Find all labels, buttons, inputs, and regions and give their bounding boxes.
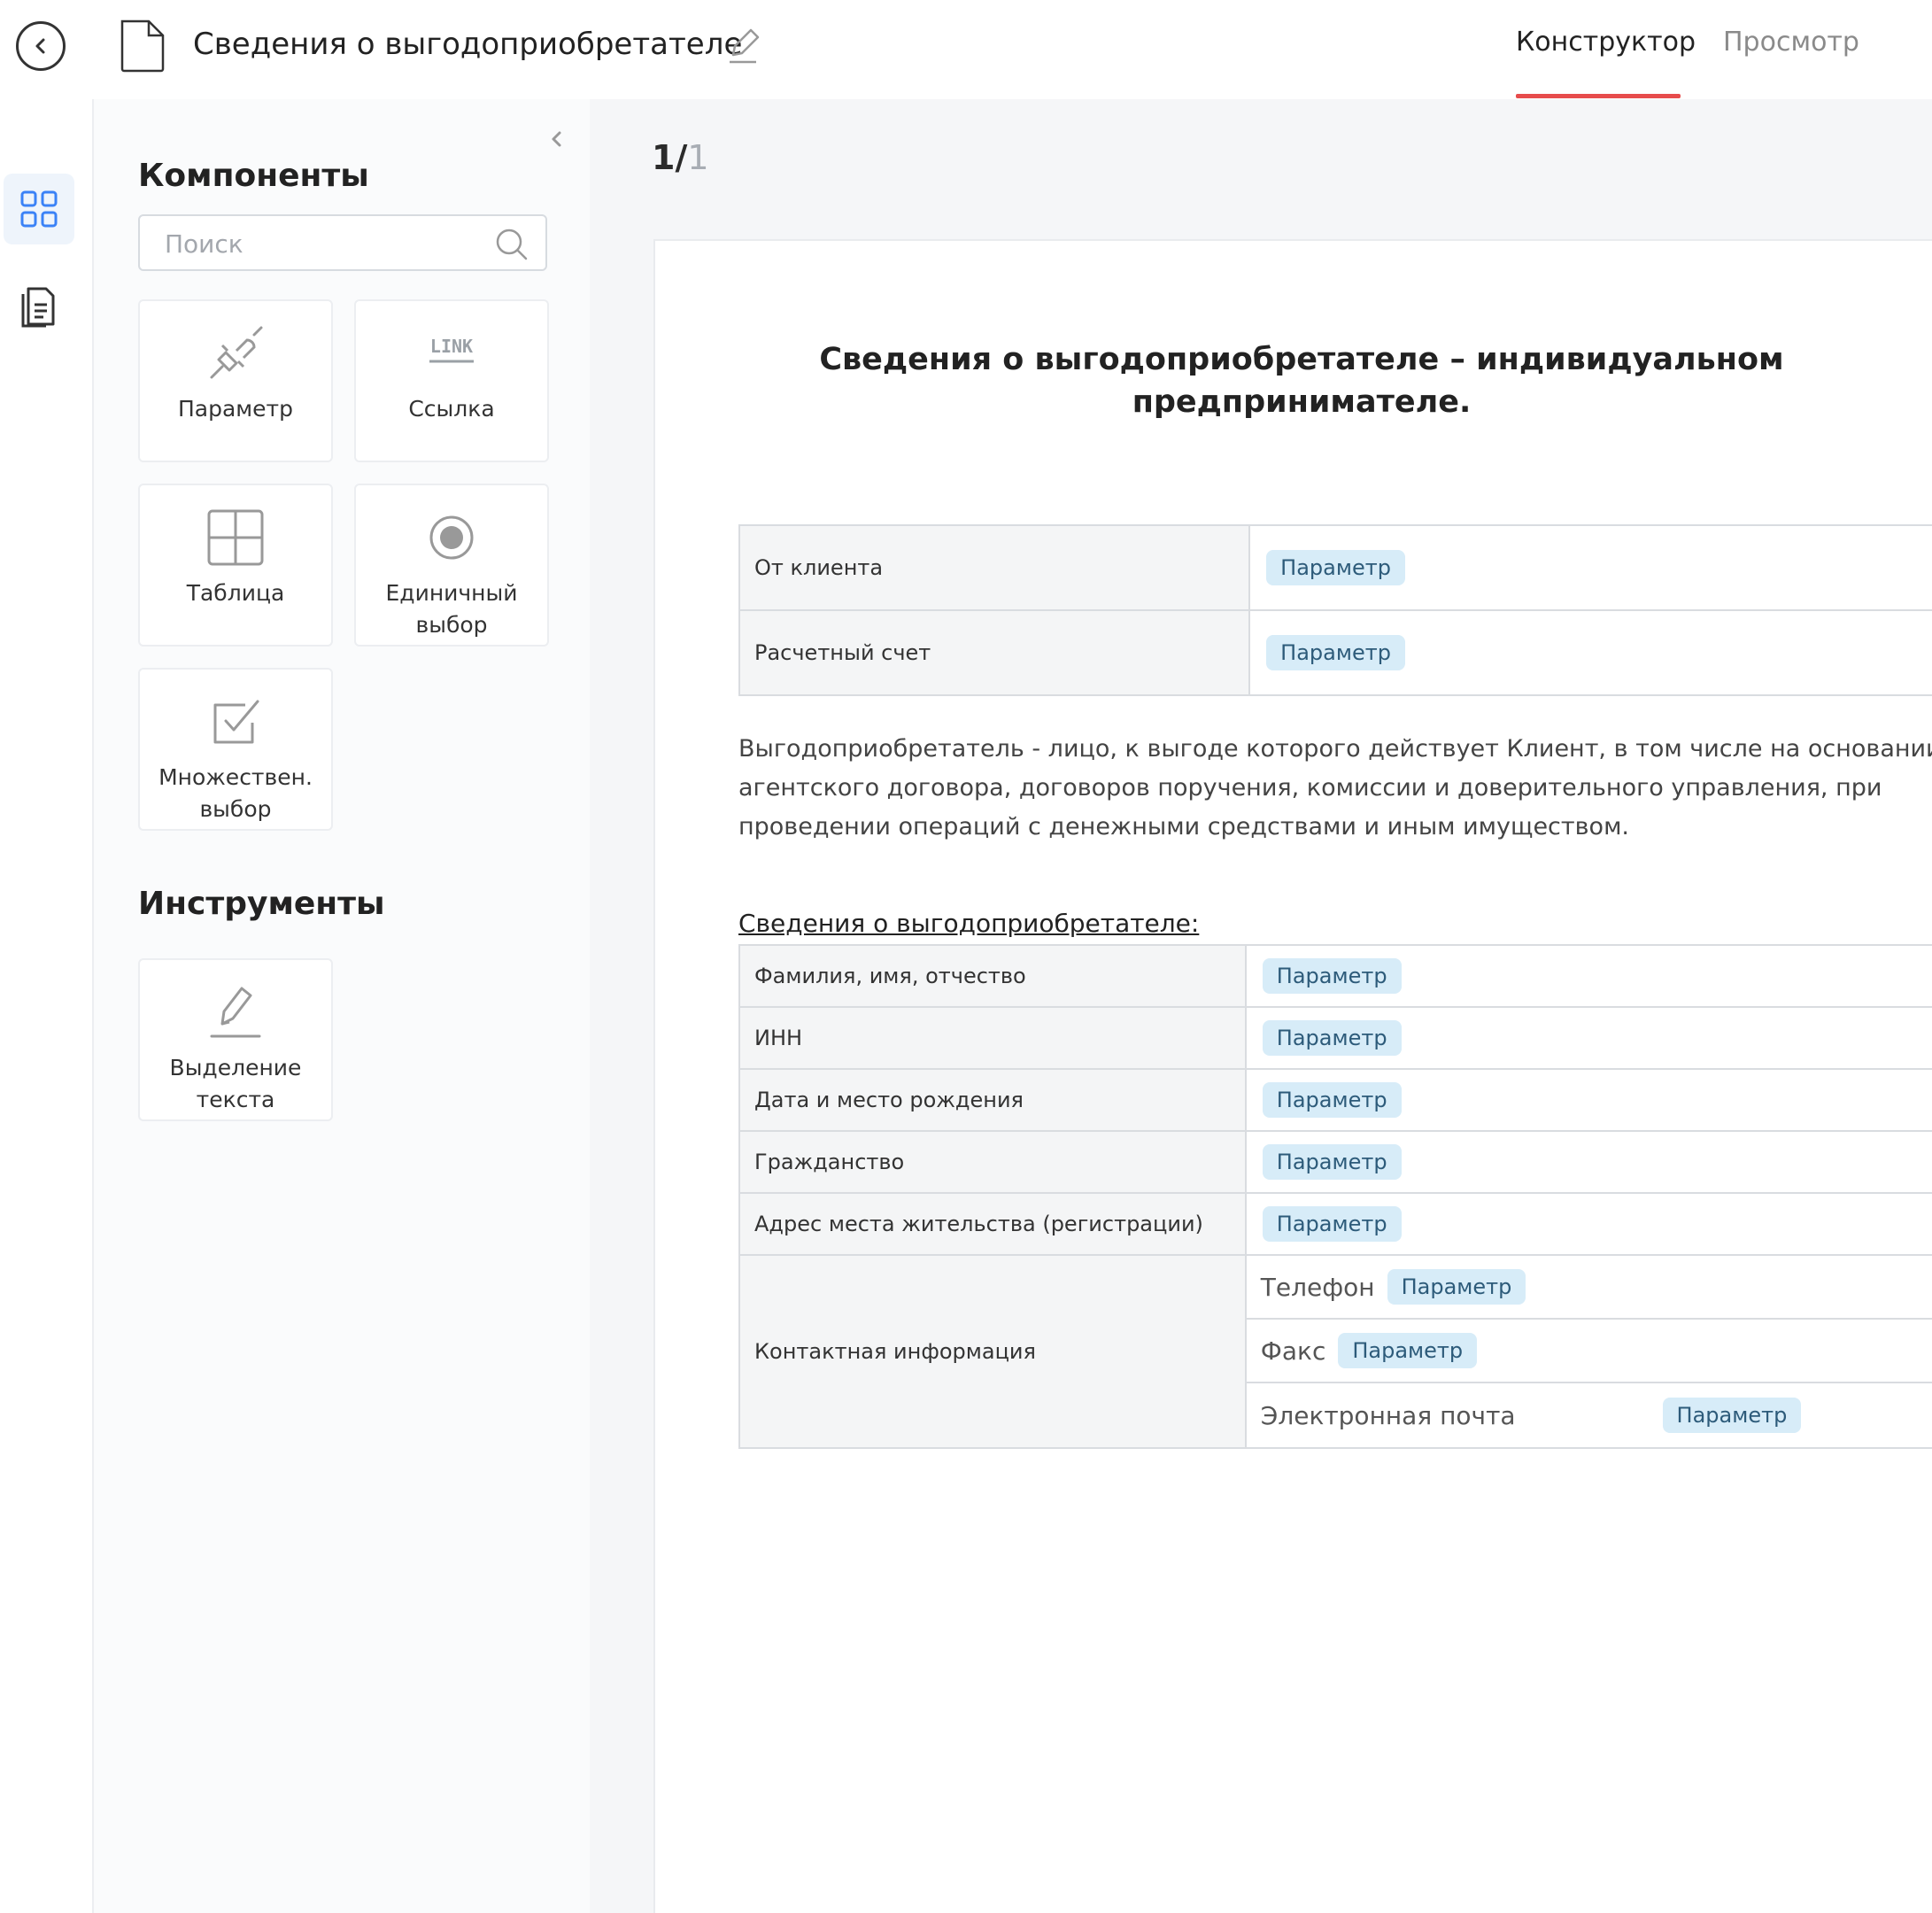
highlighter-icon <box>210 987 261 1038</box>
back-button[interactable] <box>16 21 66 71</box>
component-table[interactable]: Таблица <box>138 484 333 647</box>
document-page[interactable]: Сведения о выгодоприобретателе – индивид… <box>653 239 1932 1913</box>
component-label: Параметр <box>178 396 293 422</box>
left-rail <box>0 99 92 1913</box>
row-value: Параметр <box>1244 944 1932 1008</box>
contact-email-row: Электронная почта Параметр <box>1247 1383 1932 1447</box>
beneficiary-table: Фамилия, имя, отчество Параметр ИНН Пара… <box>738 944 1932 1449</box>
section-heading: Сведения о выгодоприобретателе: <box>738 909 1200 938</box>
row-label: Расчетный счет <box>738 609 1251 696</box>
row-value: Параметр <box>1244 1006 1932 1070</box>
contact-subrows: Телефон Параметр Факс Параметр Электронн… <box>1244 1254 1932 1449</box>
row-label: Гражданство <box>738 1130 1247 1194</box>
parameter-chip[interactable]: Параметр <box>1262 1020 1402 1056</box>
row-value: Параметр <box>1248 524 1932 611</box>
row-label: Адрес места жительства (регистрации) <box>738 1192 1247 1256</box>
contact-sub-label: Электронная почта <box>1260 1400 1516 1430</box>
rail-item-components[interactable] <box>4 174 74 244</box>
table-row: Гражданство Параметр <box>738 1130 1932 1194</box>
app-header: Сведения о выгодоприобретателе Конструкт… <box>0 0 1932 99</box>
table-row: ИНН Параметр <box>738 1006 1932 1070</box>
contact-sub-label: Телефон <box>1260 1272 1375 1302</box>
row-label: От клиента <box>738 524 1251 611</box>
row-label: Фамилия, имя, отчество <box>738 944 1247 1008</box>
parameter-chip[interactable]: Параметр <box>1262 1206 1402 1242</box>
beneficiary-definition[interactable]: Выгодоприобретатель - лицо, к выгоде кот… <box>738 730 1932 847</box>
row-value: Параметр <box>1244 1130 1932 1194</box>
search-box <box>138 214 547 271</box>
component-label: Единичный выбор <box>385 580 518 638</box>
tool-label: Выделение текста <box>169 1055 302 1112</box>
components-panel: Компоненты Параметр LINK Ссылка <box>92 99 590 1913</box>
active-tab-indicator <box>1516 94 1681 98</box>
search-input[interactable] <box>165 227 483 260</box>
search-icon[interactable] <box>494 227 529 262</box>
table-row: Адрес места жительства (регистрации) Пар… <box>738 1192 1932 1256</box>
table-row: Дата и место рождения Параметр <box>738 1068 1932 1132</box>
row-value: Параметр <box>1244 1068 1932 1132</box>
page-current: 1/ <box>652 138 688 177</box>
document-icon <box>120 19 165 73</box>
document-title: Сведения о выгодоприобретателе <box>193 27 743 62</box>
component-label: Ссылка <box>408 396 495 422</box>
contact-phone-row: Телефон Параметр <box>1246 1256 1932 1320</box>
component-label: Множествен. выбор <box>158 764 313 822</box>
page-counter: 1/1 <box>652 138 709 177</box>
row-label: Контактная информация <box>738 1254 1247 1449</box>
tool-text-highlight[interactable]: Выделение текста <box>138 958 333 1121</box>
workspace: 1/1 Сведения о выгодоприобретателе – инд… <box>590 99 1932 1913</box>
parameter-chip[interactable]: Параметр <box>1266 635 1405 670</box>
tools-heading: Инструменты <box>138 886 385 922</box>
row-value: Параметр <box>1248 609 1932 696</box>
chevron-left-icon <box>35 38 45 54</box>
checkbox-icon <box>213 700 259 744</box>
parameter-chip[interactable]: Параметр <box>1262 1082 1402 1118</box>
row-value: Параметр <box>1244 1192 1932 1256</box>
rail-item-documents[interactable] <box>4 271 74 342</box>
row-label: ИНН <box>738 1006 1247 1070</box>
radio-icon <box>429 515 474 560</box>
edit-title-icon[interactable] <box>726 27 760 66</box>
page-total: 1 <box>687 138 709 177</box>
component-label: Таблица <box>186 580 285 606</box>
component-parameter[interactable]: Параметр <box>138 299 333 462</box>
parameter-chip[interactable]: Параметр <box>1387 1269 1526 1305</box>
components-heading: Компоненты <box>138 158 369 194</box>
documents-icon <box>21 287 55 328</box>
table-icon <box>207 509 264 566</box>
table-row: Расчетный счет Параметр <box>738 609 1932 696</box>
component-multi-choice[interactable]: Множествен. выбор <box>138 668 333 831</box>
parameter-chip[interactable]: Параметр <box>1262 958 1402 994</box>
plug-icon <box>210 326 263 379</box>
contact-fax-row: Факс Параметр <box>1246 1320 1932 1383</box>
table-row: От клиента Параметр <box>738 524 1932 611</box>
collapse-panel-icon[interactable] <box>544 126 570 152</box>
table-row: Фамилия, имя, отчество Параметр <box>738 944 1932 1008</box>
table-row-contact: Контактная информация Телефон Параметр Ф… <box>738 1254 1932 1449</box>
component-link[interactable]: LINK Ссылка <box>354 299 549 462</box>
tab-constructor[interactable]: Конструктор <box>1516 27 1696 58</box>
parameter-chip[interactable]: Параметр <box>1266 550 1405 585</box>
component-single-choice[interactable]: Единичный выбор <box>354 484 549 647</box>
tab-preview[interactable]: Просмотр <box>1723 27 1859 58</box>
grid-icon <box>20 190 58 228</box>
row-label: Дата и место рождения <box>738 1068 1247 1132</box>
document-heading: Сведения о выгодоприобретателе – индивид… <box>819 342 1784 420</box>
client-table: От клиента Параметр Расчетный счет Парам… <box>738 524 1932 696</box>
parameter-chip[interactable]: Параметр <box>1338 1333 1478 1368</box>
parameter-chip[interactable]: Параметр <box>1262 1144 1402 1180</box>
parameter-chip[interactable]: Параметр <box>1662 1398 1802 1433</box>
link-icon: LINK <box>429 336 474 363</box>
svg-text:LINK: LINK <box>430 336 473 357</box>
contact-sub-label: Факс <box>1260 1336 1326 1366</box>
